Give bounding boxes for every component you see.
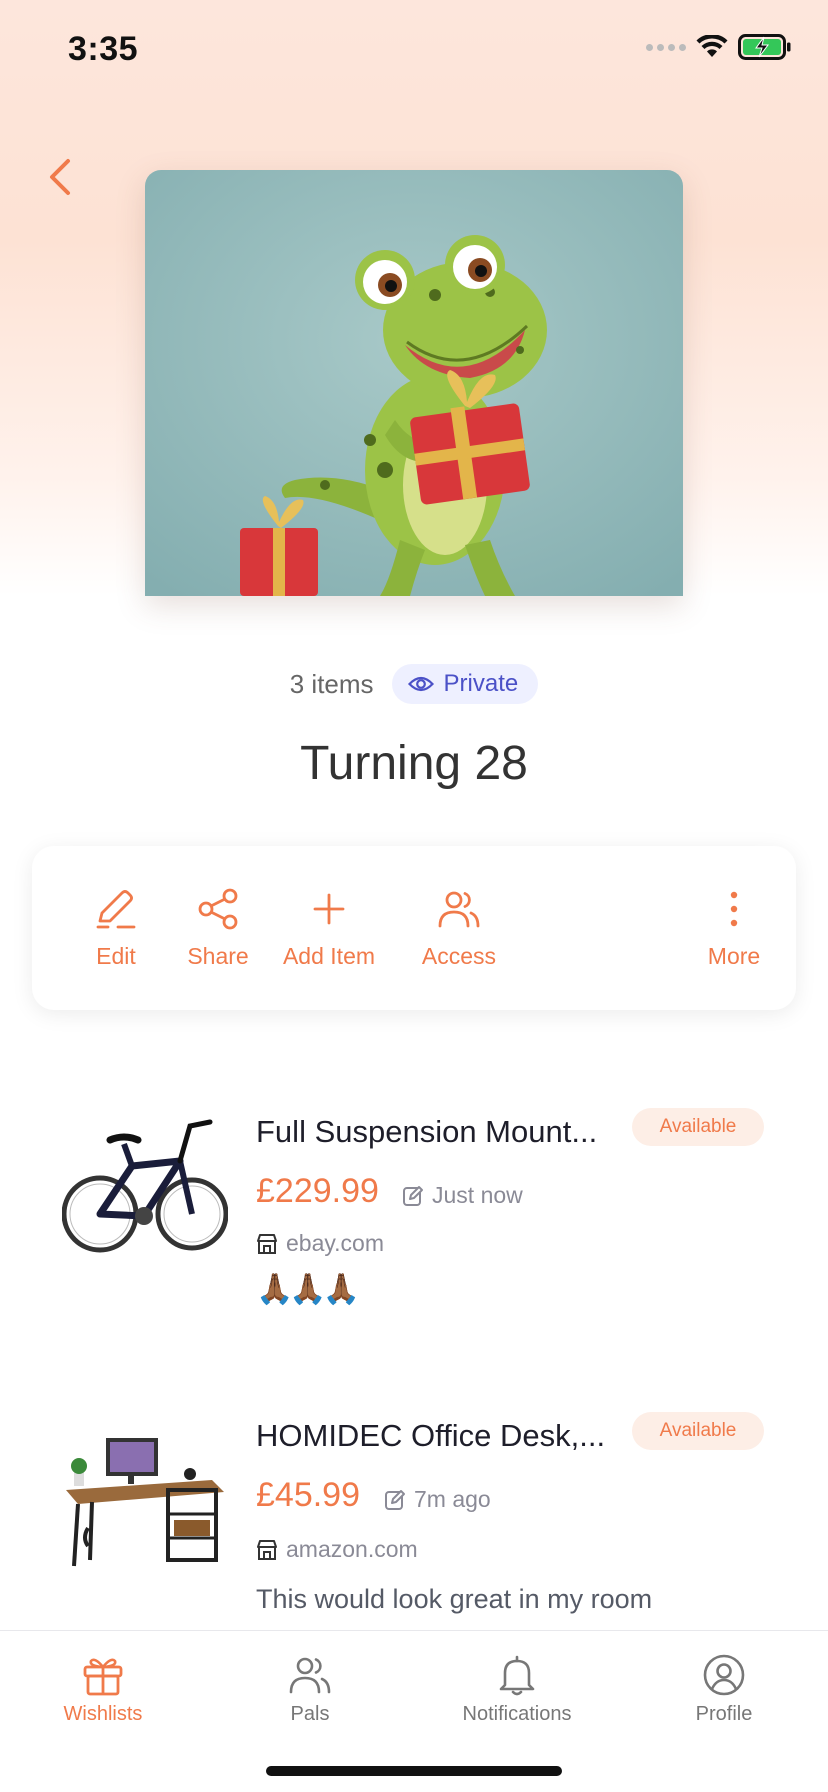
item-price: £45.99 bbox=[256, 1476, 360, 1514]
eye-icon bbox=[407, 676, 434, 692]
item-store-label: ebay.com bbox=[286, 1230, 385, 1256]
item-store-label: amazon.com bbox=[286, 1536, 418, 1562]
status-bar: 3:35 bbox=[0, 0, 828, 100]
item-updated: Just now bbox=[402, 1182, 523, 1209]
status-badge: Available bbox=[632, 1412, 764, 1450]
back-button[interactable] bbox=[40, 154, 80, 200]
item-store[interactable]: ebay.com bbox=[256, 1230, 384, 1257]
tab-pals[interactable]: Pals bbox=[230, 1653, 390, 1726]
more-label: More bbox=[707, 942, 761, 969]
signal-icon bbox=[646, 43, 686, 51]
status-icons bbox=[646, 34, 792, 60]
back-chevron-icon bbox=[50, 159, 70, 195]
share-label: Share bbox=[187, 942, 249, 969]
wishlist-title: Turning 28 bbox=[300, 737, 528, 790]
more-vertical-icon bbox=[730, 891, 738, 926]
gift-icon bbox=[83, 1658, 123, 1696]
plus-icon bbox=[313, 893, 345, 924]
access-label: Access bbox=[421, 942, 497, 969]
tab-wishlists-label: Wishlists bbox=[63, 1703, 143, 1725]
item-title: Full Suspension Mount... bbox=[256, 1114, 598, 1149]
access-button[interactable]: Access bbox=[394, 846, 524, 1010]
add-item-button[interactable]: Add Item bbox=[254, 846, 404, 1010]
store-icon bbox=[257, 1233, 277, 1254]
add-item-label: Add Item bbox=[282, 942, 376, 969]
store-icon bbox=[257, 1539, 277, 1560]
item-updated-label: 7m ago bbox=[414, 1486, 491, 1512]
reaction-emojis: 🙏🏾🙏🏾🙏🏾 bbox=[256, 1273, 360, 1306]
privacy-label: Private bbox=[443, 670, 519, 697]
home-indicator bbox=[266, 1766, 562, 1776]
edit-note-icon bbox=[385, 1489, 405, 1510]
pencil-icon bbox=[96, 889, 136, 928]
tab-profile-label: Profile bbox=[695, 1703, 753, 1725]
bell-icon bbox=[499, 1655, 535, 1696]
wifi-icon bbox=[696, 35, 728, 57]
share-icon bbox=[198, 888, 238, 929]
item-price: £229.99 bbox=[256, 1172, 379, 1210]
privacy-badge[interactable]: Private bbox=[391, 664, 539, 704]
status-time: 3:35 bbox=[68, 30, 139, 68]
users-icon bbox=[438, 891, 480, 927]
wishlist-meta: 3 items Private bbox=[0, 662, 828, 706]
tab-pals-label: Pals bbox=[290, 1703, 330, 1725]
edit-note-icon bbox=[403, 1185, 423, 1206]
tab-wishlists[interactable]: Wishlists bbox=[23, 1653, 183, 1726]
item-title: HOMIDEC Office Desk,... bbox=[256, 1418, 606, 1453]
item-image-desk bbox=[62, 1410, 228, 1576]
item-updated-label: Just now bbox=[432, 1182, 523, 1208]
item-updated: 7m ago bbox=[384, 1486, 491, 1513]
edit-label: Edit bbox=[96, 942, 136, 969]
users-icon bbox=[289, 1657, 331, 1694]
tab-notifications-label: Notifications bbox=[462, 1703, 572, 1725]
profile-icon bbox=[703, 1654, 745, 1696]
item-store[interactable]: amazon.com bbox=[256, 1536, 418, 1563]
list-item[interactable]: Full Suspension Mount... Available £229.… bbox=[0, 1100, 828, 1320]
item-count: 3 items bbox=[289, 668, 374, 699]
status-badge: Available bbox=[632, 1108, 764, 1146]
action-toolbar: Edit Share Add Item Access More bbox=[32, 846, 796, 1010]
more-button[interactable]: More bbox=[684, 846, 784, 1010]
item-image-bike bbox=[61, 1106, 229, 1272]
tab-profile[interactable]: Profile bbox=[644, 1653, 804, 1726]
wishlist-cover-image bbox=[145, 170, 683, 596]
battery-icon bbox=[738, 34, 791, 60]
list-item[interactable]: HOMIDEC Office Desk,... Available £45.99… bbox=[0, 1404, 828, 1624]
item-note: This would look great in my room bbox=[256, 1584, 653, 1614]
tab-notifications[interactable]: Notifications bbox=[437, 1653, 597, 1726]
